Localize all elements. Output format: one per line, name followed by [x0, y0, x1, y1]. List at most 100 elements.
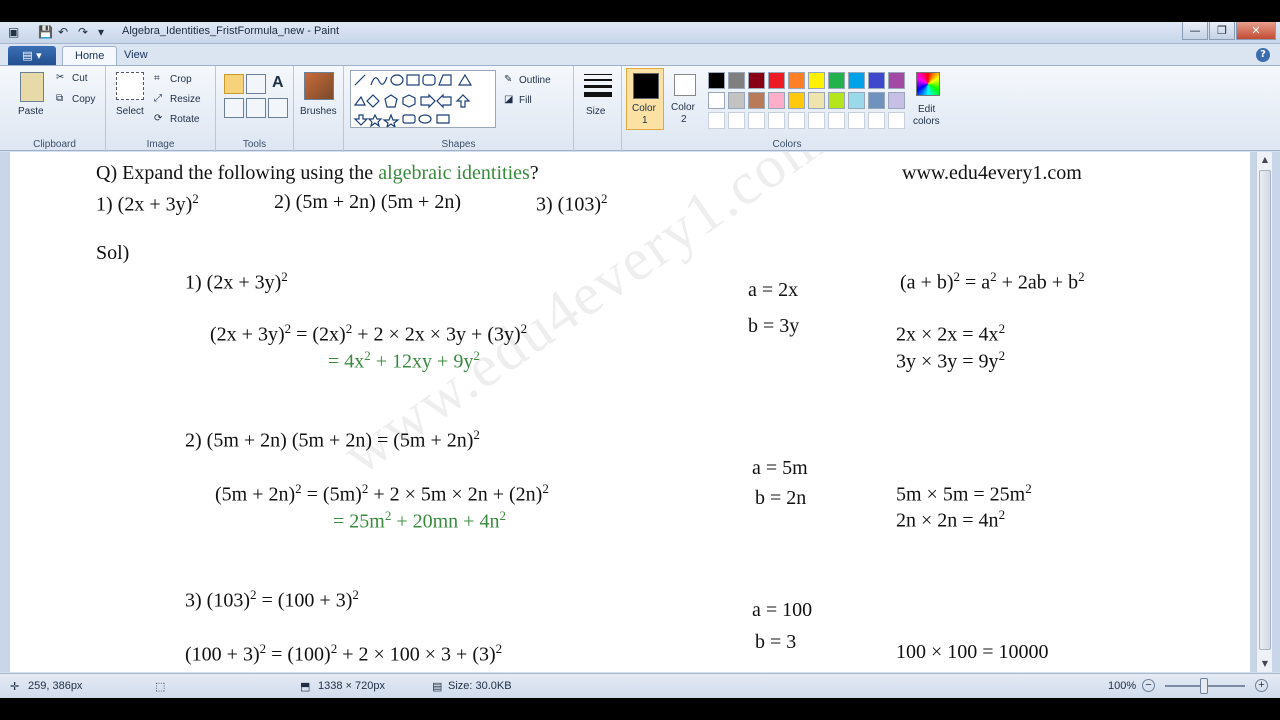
zoom-slider-thumb[interactable] [1200, 678, 1208, 694]
drawing-canvas[interactable]: www.edu4every1.com Q) Expand the followi… [10, 152, 1250, 672]
palette-swatch[interactable] [728, 112, 745, 129]
minimize-button[interactable]: — [1182, 22, 1208, 40]
paste-icon[interactable] [20, 72, 44, 102]
magnifier-icon[interactable] [268, 98, 288, 118]
crop-icon[interactable]: ⌗ [154, 73, 160, 84]
palette-swatch[interactable] [868, 72, 885, 89]
size-button[interactable]: Size [586, 106, 605, 117]
palette-swatch[interactable] [848, 112, 865, 129]
solution-1-work-a: 2x × 2x = 4x2 [896, 321, 1005, 347]
fill-icon[interactable]: ◪ [504, 94, 513, 105]
palette-swatch[interactable] [788, 112, 805, 129]
edit-colors-label-bottom[interactable]: colors [913, 116, 940, 127]
palette-swatch[interactable] [708, 92, 725, 109]
color2-button[interactable]: Color 2 [666, 68, 704, 130]
close-button[interactable]: ✕ [1236, 22, 1276, 40]
palette-swatch[interactable] [748, 92, 765, 109]
zoom-in-icon[interactable]: + [1255, 679, 1268, 692]
palette-swatch[interactable] [868, 112, 885, 129]
cut-icon[interactable]: ✂ [56, 72, 64, 83]
select-button[interactable]: Select [116, 106, 144, 117]
resize-button[interactable]: Resize [170, 94, 201, 105]
paste-button[interactable]: Paste [18, 106, 44, 117]
fill-bucket-icon[interactable] [246, 74, 266, 94]
select-icon[interactable] [116, 72, 144, 100]
file-menu-button[interactable]: ▤ ▾ [8, 46, 56, 65]
copy-icon[interactable]: ⧉ [56, 93, 63, 104]
r2b-exp: 2 [998, 507, 1006, 522]
palette-swatch[interactable] [728, 92, 745, 109]
tab-home[interactable]: Home [62, 46, 118, 66]
cut-button[interactable]: Cut [72, 73, 88, 84]
palette-swatch[interactable] [768, 92, 785, 109]
text-tool-icon[interactable]: A [272, 74, 284, 92]
edit-colors-label-top[interactable]: Edit [918, 104, 935, 115]
help-icon[interactable]: ? [1256, 48, 1270, 62]
scroll-down-icon[interactable]: ▼ [1257, 656, 1273, 672]
palette-swatch[interactable] [888, 92, 905, 109]
brush-icon[interactable] [304, 72, 334, 100]
scroll-up-icon[interactable]: ▲ [1257, 152, 1273, 168]
id-a: (a + b) [900, 271, 954, 294]
palette-swatch[interactable] [888, 72, 905, 89]
copy-button[interactable]: Copy [72, 94, 95, 105]
palette-swatch[interactable] [808, 92, 825, 109]
palette-swatch[interactable] [828, 72, 845, 89]
fill-button[interactable]: Fill [519, 95, 532, 106]
zoom-out-icon[interactable]: − [1142, 679, 1155, 692]
palette-swatch[interactable] [788, 92, 805, 109]
palette-swatch[interactable] [828, 92, 845, 109]
redo-icon[interactable]: ↷ [78, 25, 88, 39]
edit-colors-icon[interactable] [916, 72, 940, 96]
palette-swatch[interactable] [848, 92, 865, 109]
shapes-gallery[interactable] [350, 70, 496, 129]
palette-swatch[interactable] [808, 112, 825, 129]
s1-l2a: = 4x [328, 350, 365, 373]
undo-icon[interactable]: ↶ [58, 25, 68, 39]
palette-swatch[interactable] [768, 72, 785, 89]
palette-swatch[interactable] [748, 112, 765, 129]
outline-icon[interactable]: ✎ [504, 74, 512, 85]
rotate-button[interactable]: Rotate [170, 114, 199, 125]
solution-2-result: = 25m2 + 20mn + 4n2 [333, 508, 506, 534]
id-c-exp: 2 [1078, 269, 1085, 284]
color1-button[interactable]: Color 1 [626, 68, 664, 130]
palette-swatch[interactable] [708, 112, 725, 129]
palette-swatch[interactable] [828, 112, 845, 129]
palette-swatch[interactable] [808, 72, 825, 89]
brushes-button[interactable]: Brushes [300, 106, 337, 117]
paint-app-icon[interactable]: ▣ [8, 25, 19, 39]
palette-swatch[interactable] [748, 72, 765, 89]
s2-l1a: (5m + 2n) [215, 483, 296, 506]
id-c: + 2ab + b [996, 271, 1079, 294]
problem-1-exponent: 2 [192, 191, 199, 206]
shapes-label: Shapes [441, 139, 476, 150]
tab-view[interactable]: View [112, 46, 160, 66]
palette-swatch[interactable] [728, 72, 745, 89]
palette-swatch[interactable] [868, 92, 885, 109]
eraser-icon[interactable] [224, 98, 244, 118]
maximize-button[interactable]: ❐ [1209, 22, 1235, 40]
crop-button[interactable]: Crop [170, 74, 192, 85]
save-icon[interactable]: 💾 [38, 25, 53, 39]
s1-l1c: + 2 × 2x × 3y + (3y) [352, 323, 521, 346]
zoom-level: 100% [1108, 680, 1137, 692]
outline-button[interactable]: Outline [519, 75, 551, 86]
palette-swatch[interactable] [848, 72, 865, 89]
vertical-scrollbar[interactable]: ▲ ▼ [1256, 152, 1272, 672]
quick-access-dropdown-icon[interactable]: ▾ [98, 25, 104, 39]
s2-l2b: + 20mn + 4n [391, 510, 500, 533]
r1a-exp: 2 [998, 321, 1006, 336]
resize-icon[interactable]: ⤢ [154, 93, 162, 104]
rotate-icon[interactable]: ⟳ [154, 113, 162, 124]
scrollbar-thumb[interactable] [1259, 170, 1271, 650]
palette-swatch[interactable] [708, 72, 725, 89]
palette-swatch[interactable] [768, 112, 785, 129]
pencil-icon[interactable] [224, 74, 244, 94]
palette-swatch[interactable] [788, 72, 805, 89]
palette-swatch[interactable] [888, 112, 905, 129]
solution-2-b: b = 2n [755, 487, 807, 509]
cursor-position-icon: ✛ [10, 681, 20, 693]
size-icon[interactable] [584, 74, 612, 97]
color-picker-icon[interactable] [246, 98, 266, 118]
